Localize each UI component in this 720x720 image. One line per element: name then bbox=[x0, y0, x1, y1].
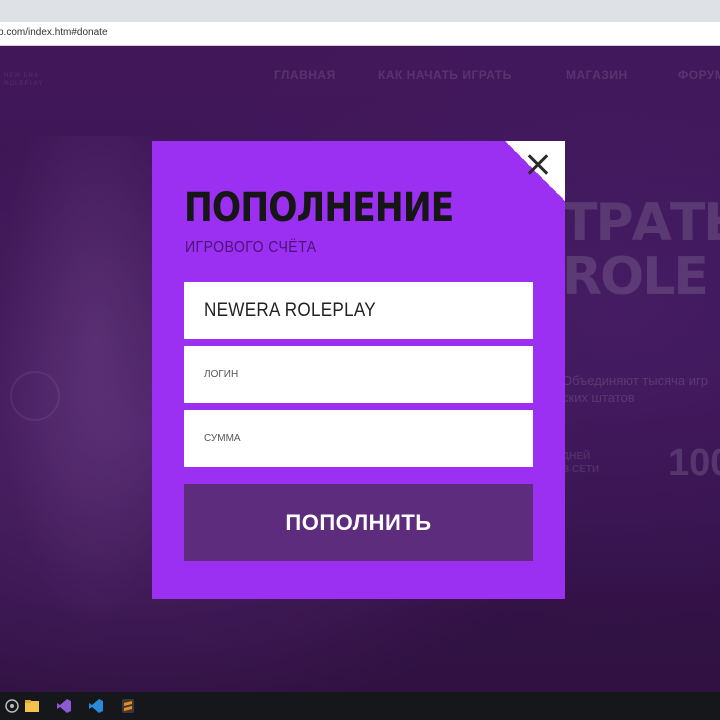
address-bar[interactable]: p.com/index.htm#donate bbox=[0, 22, 720, 46]
amount-input[interactable] bbox=[184, 410, 533, 467]
donate-modal: ПОПОЛНЕНИЕ ИГРОВОГО СЧЁТА NEWERA ROLEPLA… bbox=[152, 141, 565, 599]
server-select-field[interactable]: NEWERA ROLEPLAY bbox=[184, 282, 533, 339]
server-name: NEWERA ROLEPLAY bbox=[204, 299, 376, 321]
visual-studio-icon[interactable] bbox=[54, 696, 74, 716]
close-x-icon[interactable] bbox=[527, 153, 549, 175]
taskbar bbox=[0, 692, 720, 720]
modal-subtitle: ИГРОВОГО СЧЁТА bbox=[185, 239, 317, 256]
submit-button[interactable]: ПОПОЛНИТЬ bbox=[184, 484, 533, 561]
vscode-icon[interactable] bbox=[86, 696, 106, 716]
file-explorer-icon[interactable] bbox=[22, 696, 42, 716]
modal-title: ПОПОЛНЕНИЕ bbox=[184, 185, 454, 231]
windows-start-icon[interactable] bbox=[2, 696, 22, 716]
close-button[interactable] bbox=[505, 141, 565, 201]
login-input[interactable] bbox=[184, 346, 533, 403]
sublime-text-icon[interactable] bbox=[118, 696, 138, 716]
address-url[interactable]: p.com/index.htm#donate bbox=[0, 27, 108, 38]
browser-tab-strip bbox=[0, 0, 720, 22]
